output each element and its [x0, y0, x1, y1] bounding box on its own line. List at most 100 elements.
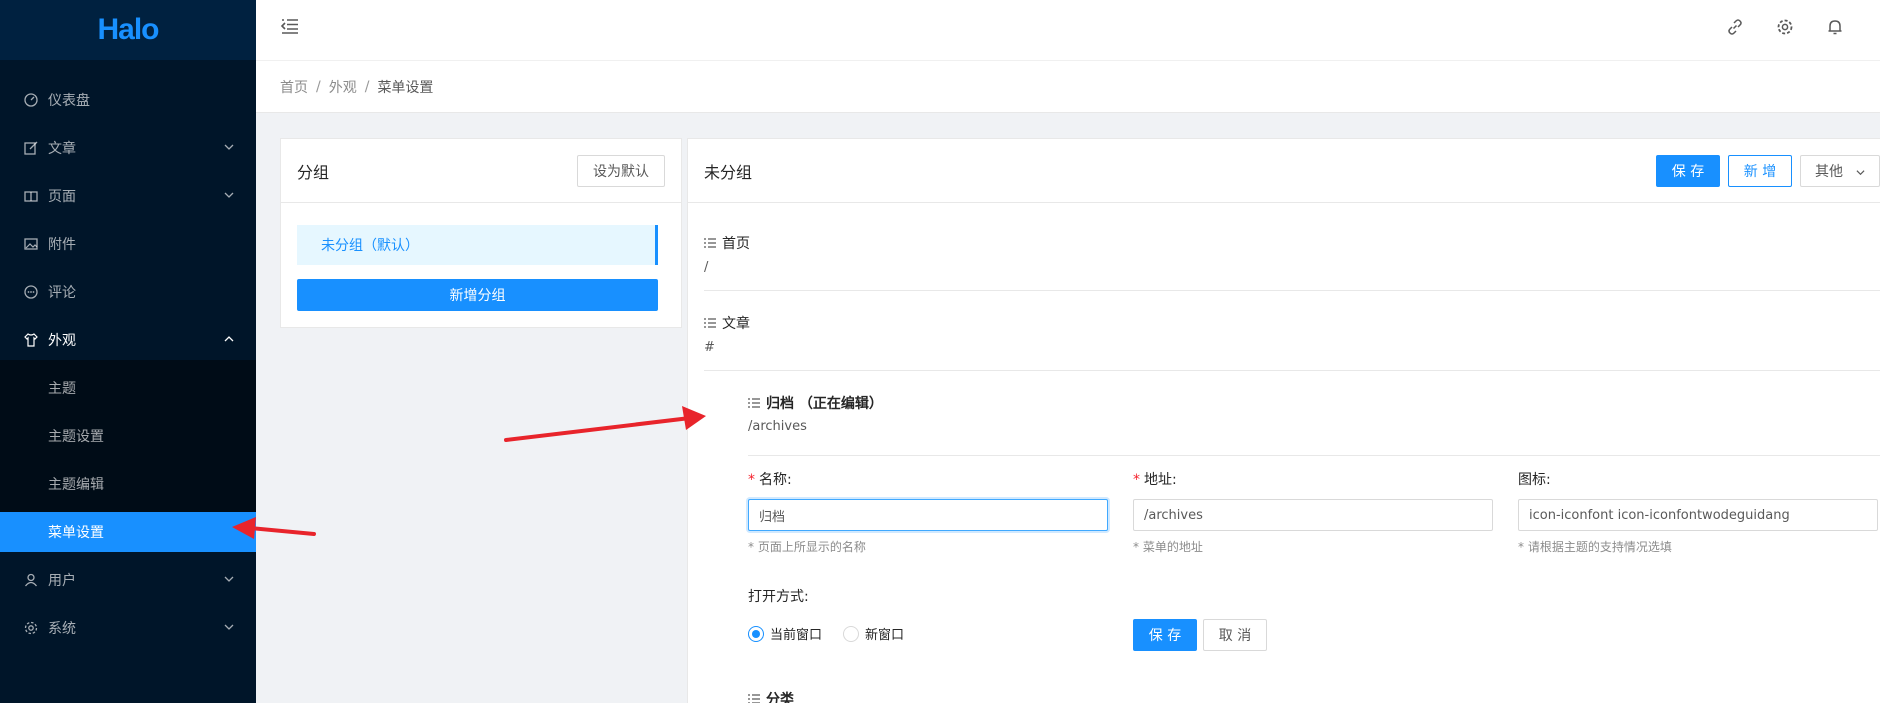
sidebar-item-attachments[interactable]: 附件 — [0, 224, 256, 264]
skin-icon — [24, 333, 38, 347]
name-input[interactable]: 归档 — [748, 499, 1108, 531]
breadcrumb-separator: / — [316, 78, 321, 95]
sidebar-item-label: 附件 — [48, 237, 76, 253]
message-icon — [24, 285, 38, 299]
save-item-button[interactable]: 保 存 — [1133, 619, 1197, 651]
group-item-ungrouped[interactable]: 未分组（默认） — [297, 225, 658, 265]
save-menus-button[interactable]: 保 存 — [1656, 155, 1720, 187]
sidebar-item-label: 用户 — [48, 573, 76, 589]
breadcrumb-item-appearance[interactable]: 外观 — [329, 77, 357, 97]
menu-row-name: 文章 — [722, 316, 750, 332]
sidebar-item-system[interactable]: 系统 — [0, 608, 256, 648]
sidebar-item-label: 页面 — [48, 189, 76, 205]
sidebar: Halo 仪表盘 文章 页面 附件 评论 外观 主题 主题设置 主题编辑 菜单设… — [0, 0, 256, 703]
sidebar-item-dashboard[interactable]: 仪表盘 — [0, 80, 256, 120]
set-default-button[interactable]: 设为默认 — [577, 155, 665, 187]
icon-help: * 请根据主题的支持情况选填 — [1518, 540, 1672, 554]
setting-icon[interactable] — [1776, 18, 1794, 36]
menu-row-url: / — [704, 260, 709, 275]
menu-row-title: 文章 — [704, 313, 750, 333]
sidebar-item-appearance[interactable]: 外观 — [0, 320, 256, 360]
radio-label: 当前窗口 — [770, 628, 823, 643]
user-icon — [24, 573, 38, 587]
menu-row[interactable]: 首页 / — [704, 203, 1880, 291]
editing-row-title: 归档 （正在编辑） — [748, 393, 883, 413]
menu-row-url: /archives — [748, 419, 807, 434]
sidebar-item-label: 文章 — [48, 141, 76, 157]
submenu-item-theme-editor[interactable]: 主题编辑 — [0, 464, 256, 504]
radio-indicator — [843, 625, 859, 642]
add-menu-button[interactable]: 新 增 — [1728, 155, 1792, 187]
sidebar-item-label: 系统 — [48, 621, 76, 637]
sidebar-item-label: 评论 — [48, 285, 76, 301]
menu-row-title: 首页 — [704, 233, 750, 253]
url-help: * 菜单的地址 — [1133, 540, 1203, 554]
submenu-item-theme-settings[interactable]: 主题设置 — [0, 416, 256, 456]
radio-label: 新窗口 — [865, 628, 905, 643]
chevron-down-icon — [1856, 170, 1865, 176]
link-icon[interactable] — [1726, 18, 1744, 36]
menu-row-name: 归档 （正在编辑） — [766, 396, 883, 412]
menu-card-title: 未分组 — [704, 162, 753, 182]
menu-card-header: 未分组 保 存 新 增 其他 — [688, 139, 1880, 203]
radio-indicator — [748, 625, 764, 642]
chevron-down-icon — [224, 192, 234, 198]
breadcrumb: 首页 / 外观 / 菜单设置 — [256, 61, 1880, 113]
menu-row-title[interactable]: 分类 — [748, 689, 794, 703]
submenu-item-label: 菜单设置 — [48, 525, 104, 541]
main-area: 首页 / 外观 / 菜单设置 分组 设为默认 未分组（默认） 新增分组 未分组 … — [256, 0, 1880, 703]
menu-row-url: # — [704, 340, 715, 355]
bars-icon — [704, 318, 716, 328]
radio-current-window[interactable]: 当前窗口 — [748, 624, 822, 643]
logo: Halo — [0, 0, 256, 60]
chevron-down-icon — [224, 576, 234, 582]
group-card-title: 分组 — [297, 162, 330, 182]
more-dropdown-label: 其他 — [1815, 164, 1843, 180]
bars-icon — [748, 694, 760, 703]
menu-card: 未分组 保 存 新 增 其他 首页 / 文章 # 归档 （正在编辑） /arch… — [687, 138, 1880, 703]
top-header — [256, 0, 1880, 61]
chevron-up-icon — [224, 336, 234, 342]
menu-fold-icon[interactable] — [280, 16, 300, 36]
submenu-item-menu-settings[interactable]: 菜单设置 — [0, 512, 256, 552]
url-input[interactable]: /archives — [1133, 499, 1493, 531]
submenu-item-label: 主题编辑 — [48, 477, 104, 493]
add-group-button[interactable]: 新增分组 — [297, 279, 658, 311]
picture-icon — [24, 237, 38, 251]
sidebar-item-comments[interactable]: 评论 — [0, 272, 256, 312]
divider — [748, 455, 1880, 456]
bars-icon — [748, 398, 760, 408]
name-help: * 页面上所显示的名称 — [748, 540, 866, 554]
bars-icon — [704, 238, 716, 248]
icon-input[interactable]: icon-iconfont icon-iconfontwodeguidang — [1518, 499, 1878, 531]
icon-label: 图标: — [1518, 472, 1551, 488]
more-dropdown[interactable]: 其他 — [1800, 155, 1880, 187]
open-mode-label: 打开方式: — [748, 589, 809, 605]
setting-icon — [24, 621, 38, 635]
radio-new-window[interactable]: 新窗口 — [843, 624, 904, 643]
group-card: 分组 设为默认 未分组（默认） 新增分组 — [280, 138, 682, 328]
read-icon — [24, 189, 38, 203]
submenu-item-themes[interactable]: 主题 — [0, 368, 256, 408]
sidebar-item-users[interactable]: 用户 — [0, 560, 256, 600]
sidebar-item-posts[interactable]: 文章 — [0, 128, 256, 168]
menu-row-name: 分类 — [766, 692, 794, 703]
url-label: * 地址: — [1133, 472, 1177, 488]
bell-icon[interactable] — [1826, 18, 1844, 36]
breadcrumb-item-home[interactable]: 首页 — [280, 77, 308, 97]
dashboard-icon — [24, 93, 38, 107]
breadcrumb-item-current: 菜单设置 — [377, 79, 434, 96]
chevron-down-icon — [224, 624, 234, 630]
menu-row[interactable]: 文章 # — [704, 291, 1880, 371]
cancel-item-button[interactable]: 取 消 — [1203, 619, 1267, 651]
name-label: * 名称: — [748, 472, 792, 488]
sidebar-item-pages[interactable]: 页面 — [0, 176, 256, 216]
sidebar-item-label: 仪表盘 — [48, 93, 90, 109]
sidebar-item-label: 外观 — [48, 333, 76, 349]
breadcrumb-separator: / — [364, 78, 370, 95]
submenu-item-label: 主题设置 — [48, 429, 104, 445]
submenu-item-label: 主题 — [48, 381, 76, 397]
form-icon — [24, 141, 38, 155]
menu-row-name: 首页 — [722, 236, 750, 252]
group-card-header: 分组 设为默认 — [281, 139, 681, 203]
